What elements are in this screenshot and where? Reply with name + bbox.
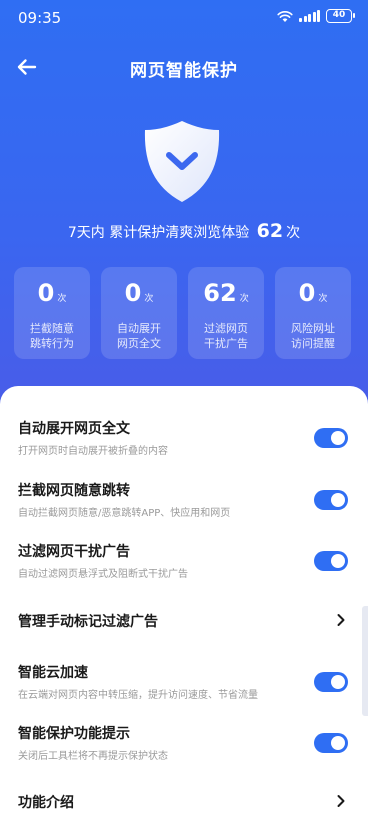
stat-label-line1: 风险网址 bbox=[291, 322, 335, 335]
setting-subtitle: 关闭后工具栏将不再提示保护状态 bbox=[18, 751, 168, 762]
setting-subtitle: 在云端对网页内容中转压缩，提升访问速度、节省流量 bbox=[18, 690, 258, 701]
stat-value: 62 bbox=[203, 279, 237, 307]
stat-card-auto-expand: 0次 自动展开网页全文 bbox=[101, 267, 177, 359]
status-icons: 40 bbox=[277, 9, 355, 23]
page-title: 网页智能保护 bbox=[130, 61, 238, 81]
stat-card-block-redirect: 0次 拦截随意跳转行为 bbox=[14, 267, 90, 359]
stat-value: 0 bbox=[124, 279, 142, 307]
auto-expand-toggle[interactable] bbox=[314, 428, 348, 448]
setting-subtitle: 自动拦截网页随意/恶意跳转APP、快应用和网页 bbox=[18, 508, 231, 519]
stat-label-line1: 拦截随意 bbox=[30, 322, 74, 335]
stat-card-ad-filter: 62 次 过滤网页干扰广告 bbox=[188, 267, 264, 359]
chevron-right-icon bbox=[337, 614, 345, 626]
setting-cloud-acceleration[interactable]: 智能云加速 在云端对网页内容中转压缩，提升访问速度、节省流量 bbox=[0, 662, 368, 706]
setting-protection-hint[interactable]: 智能保护功能提示 关闭后工具栏将不再提示保护状态 bbox=[0, 723, 368, 767]
protection-hint-toggle[interactable] bbox=[314, 733, 348, 753]
setting-ad-filter[interactable]: 过滤网页干扰广告 自动过滤网页悬浮式及阻断式干扰广告 bbox=[0, 541, 368, 585]
setting-subtitle: 打开网页时自动展开被折叠的内容 bbox=[18, 446, 168, 457]
toggle-knob bbox=[331, 736, 345, 750]
stats-row: 0次 拦截随意 跳转行为 0次 自动展开 网页全文 62 次 过滤网页 干扰广告 0次 … bbox=[14, 267, 354, 359]
summary-suffix: 次 bbox=[286, 225, 301, 241]
nav-bar: 网页智能保护 bbox=[0, 50, 368, 86]
setting-title: 智能云加速 bbox=[18, 665, 88, 681]
setting-title: 功能介绍 bbox=[18, 795, 74, 811]
summary-count: 62 bbox=[256, 220, 284, 242]
stat-unit: 次 bbox=[318, 294, 328, 304]
wifi-icon bbox=[277, 11, 293, 22]
protection-summary: 7天内 累计保护清爽浏览体验 62 次 bbox=[0, 220, 368, 242]
stat-unit: 次 bbox=[144, 294, 154, 304]
status-time: 09:35 bbox=[18, 9, 62, 27]
stat-label-line2: 干扰广告 bbox=[204, 337, 248, 350]
stat-unit: 次 bbox=[239, 294, 249, 304]
toggle-knob bbox=[331, 554, 345, 568]
status-bar: 09:35 40 bbox=[0, 0, 368, 34]
stat-value: 0 bbox=[37, 279, 55, 307]
ad-filter-toggle[interactable] bbox=[314, 551, 348, 571]
toggle-knob bbox=[331, 675, 345, 689]
stat-label-line2: 跳转行为 bbox=[30, 337, 74, 350]
settings-sheet: 自动展开网页全文 打开网页时自动展开被折叠的内容 拦截网页随意跳转 自动拦截网页… bbox=[0, 386, 368, 817]
stat-card-risk-alert: 0次 风险网址访问提醒 bbox=[275, 267, 351, 359]
setting-auto-expand[interactable]: 自动展开网页全文 打开网页时自动展开被折叠的内容 bbox=[0, 418, 368, 462]
setting-subtitle: 自动过滤网页悬浮式及阻断式干扰广告 bbox=[18, 569, 188, 580]
toggle-knob bbox=[331, 493, 345, 507]
setting-title: 智能保护功能提示 bbox=[18, 726, 130, 742]
stat-label-line1: 过滤网页 bbox=[204, 322, 248, 335]
chevron-right-icon bbox=[337, 795, 345, 807]
block-redirect-toggle[interactable] bbox=[314, 490, 348, 510]
setting-title: 拦截网页随意跳转 bbox=[18, 483, 130, 499]
stat-label-line1: 自动展开 bbox=[117, 322, 161, 335]
setting-manage-marked-ads[interactable]: 管理手动标记过滤广告 bbox=[0, 608, 368, 632]
setting-feature-intro[interactable]: 功能介绍 bbox=[0, 789, 368, 813]
stat-label-line2: 网页全文 bbox=[117, 337, 161, 350]
setting-block-redirect[interactable]: 拦截网页随意跳转 自动拦截网页随意/恶意跳转APP、快应用和网页 bbox=[0, 480, 368, 524]
cloud-acceleration-toggle[interactable] bbox=[314, 672, 348, 692]
stat-unit: 次 bbox=[57, 294, 67, 304]
summary-prefix: 7天内 累计保护清爽浏览体验 bbox=[67, 225, 250, 241]
stat-label-line2: 访问提醒 bbox=[291, 337, 335, 350]
signal-icon bbox=[299, 10, 320, 22]
setting-title: 自动展开网页全文 bbox=[18, 421, 130, 437]
side-edge-handle[interactable] bbox=[362, 606, 368, 716]
battery-icon: 40 bbox=[326, 9, 355, 23]
toggle-knob bbox=[331, 431, 345, 445]
setting-title: 过滤网页干扰广告 bbox=[18, 544, 130, 560]
shield-icon bbox=[144, 121, 220, 202]
setting-title: 管理手动标记过滤广告 bbox=[18, 614, 158, 630]
stat-value: 0 bbox=[298, 279, 316, 307]
